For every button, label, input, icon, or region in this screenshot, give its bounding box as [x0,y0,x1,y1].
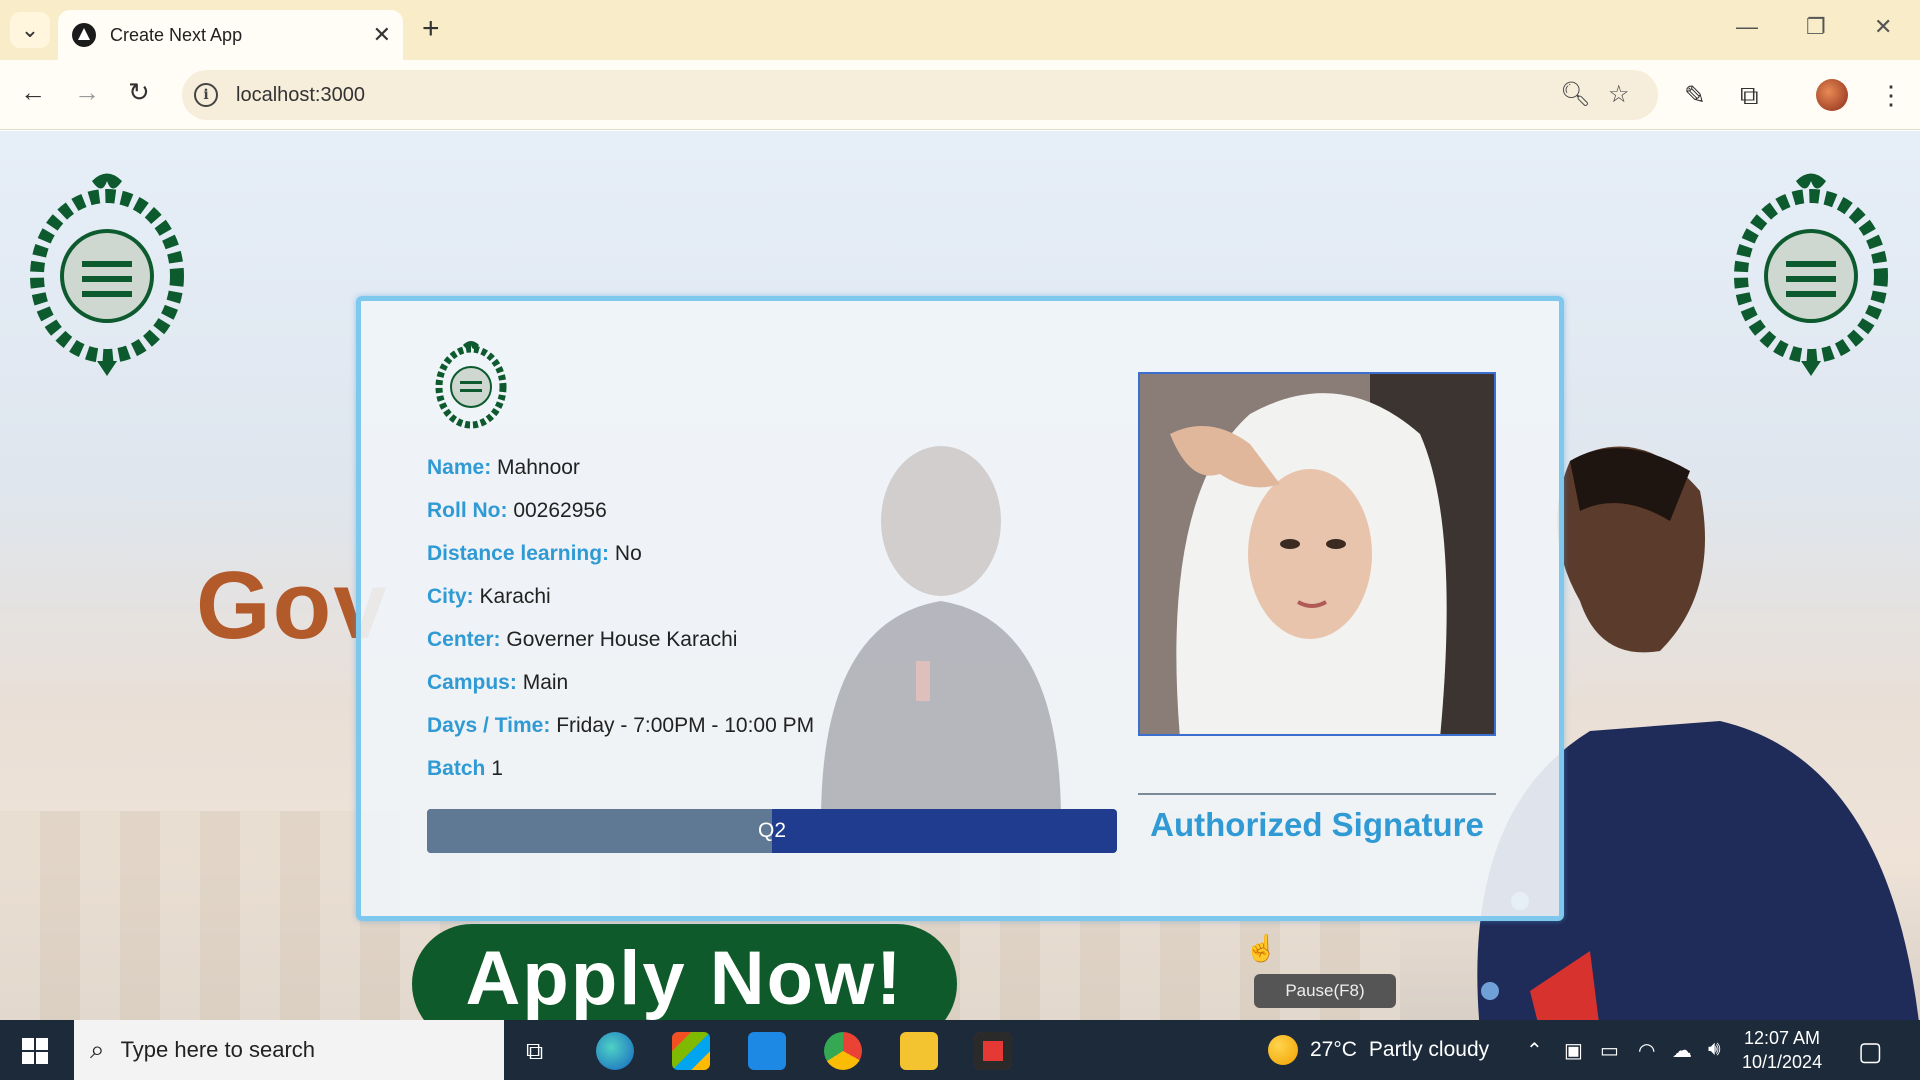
tab-title: Create Next App [110,24,243,45]
field-batch: Batch 1 [427,754,814,797]
field-label: Campus: [427,671,517,694]
chevron-down-icon: ⌄ [20,17,40,42]
windows-taskbar: ⌕ Type here to search ⧉ 27°C Partly clou… [0,1020,1920,1080]
field-value: Main [522,671,569,694]
field-label: City: [427,585,474,608]
mail-icon[interactable] [748,1032,786,1070]
browser-toolbar: ← → ↻ i localhost:3000 🔍︎ ☆ ✎ ⧉ ⋮ [0,60,1920,130]
field-label: Distance learning: [427,542,610,565]
field-value: Karachi [479,585,551,608]
field-label: Center: [427,628,501,651]
student-photo-image [1140,374,1494,734]
field-value: No [614,542,642,565]
menu-kebab-icon[interactable]: ⋮ [1878,80,1904,111]
student-details: Name: Mahnoor Roll No: 00262956 Distance… [427,453,814,797]
field-label: Name: [427,456,492,479]
taskbar-search[interactable]: ⌕ Type here to search [74,1020,504,1080]
chrome-icon[interactable] [824,1032,862,1070]
field-distance-learning: Distance learning: No [427,539,814,582]
onedrive-cloud-icon[interactable]: ☁ [1672,1038,1692,1063]
reload-icon[interactable]: ↻ [128,77,150,108]
sindh-emblem-icon [1734,173,1888,376]
file-explorer-icon[interactable] [900,1032,938,1070]
site-info-icon[interactable]: i [194,83,218,107]
weather-widget[interactable]: 27°C Partly cloudy [1268,1020,1489,1080]
url-text[interactable]: localhost:3000 [236,84,365,107]
field-value: 1 [491,757,503,780]
extensions-icon[interactable]: ⧉ [1740,80,1759,112]
student-photo [1138,372,1496,736]
search-icon: ⌕ [90,1034,105,1064]
windows-start-icon[interactable] [22,1038,48,1064]
forward-icon[interactable]: → [74,77,100,108]
field-center: Center: Governer House Karachi [427,625,814,668]
weather-text: Partly cloudy [1368,1038,1490,1061]
wifi-icon[interactable]: ◠ [1638,1038,1655,1063]
battery-icon[interactable]: ▭ [1600,1038,1619,1063]
minimize-icon[interactable]: — [1736,14,1758,40]
edge-browser-icon[interactable] [596,1032,634,1070]
student-id-card: Name: Mahnoor Roll No: 00262956 Distance… [356,296,1564,921]
microsoft-store-icon[interactable] [672,1032,710,1070]
bookmark-star-icon[interactable]: ☆ [1608,80,1630,109]
quarter-label: Q2 [757,819,786,842]
field-value: Mahnoor [497,456,580,479]
field-value: 00262956 [513,499,607,522]
nextjs-favicon-icon [72,23,96,47]
new-tab-button[interactable]: + [422,14,440,44]
watermark-figure [821,446,1061,821]
taskbar-search-placeholder[interactable]: Type here to search [121,1037,315,1063]
task-view-icon[interactable]: ⧉ [526,1038,543,1066]
partly-cloudy-icon [1268,1035,1298,1065]
field-days-time: Days / Time: Friday - 7:00PM - 10:00 PM [427,711,814,754]
clock-date: 10/1/2024 [1742,1052,1823,1072]
restore-icon[interactable]: ❐ [1806,14,1826,40]
browser-tab-bar: ⌄ Create Next App ✕ + — ❐ ✕ [0,0,1920,60]
field-label: Batch [427,757,486,780]
show-hidden-icons-icon[interactable]: ⌃ [1526,1038,1543,1063]
authorized-signature-label: Authorized Signature [1150,806,1484,843]
field-campus: Campus: Main [427,668,814,711]
screen-recorder-icon[interactable] [974,1032,1012,1070]
color-picker-icon[interactable]: ✎ [1684,80,1706,111]
address-bar[interactable]: i localhost:3000 🔍︎ ☆ [182,70,1658,120]
field-value: Friday - 7:00PM - 10:00 PM [556,714,815,737]
hand-cursor-icon: ☝ [1245,933,1278,963]
field-label: Days / Time: [427,714,551,737]
clock-time: 12:07 AM [1744,1028,1821,1048]
card-logo-emblem-icon [435,341,507,429]
apply-now-button[interactable]: Apply Now! [412,924,957,1020]
tab-close-icon[interactable]: ✕ [373,22,391,48]
close-window-icon[interactable]: ✕ [1874,14,1892,40]
quarter-progress-bar: Q2 [427,809,1117,853]
tab-search-button[interactable]: ⌄ [10,12,50,48]
system-clock[interactable]: 12:07 AM 10/1/2024 [1742,1026,1822,1074]
back-icon[interactable]: ← [20,77,46,108]
profile-avatar[interactable] [1816,79,1848,111]
pause-tooltip: Pause(F8) [1254,974,1396,1008]
browser-tab[interactable]: Create Next App ✕ [58,10,403,60]
volume-icon[interactable]: 🔊︎ [1708,1038,1721,1061]
signature-line [1138,793,1496,795]
field-roll-no: Roll No: 00262956 [427,496,814,539]
meet-now-icon[interactable]: ▣ [1564,1038,1583,1063]
sindh-emblem-icon [30,173,184,376]
notification-center-icon[interactable]: ▢ [1858,1036,1883,1067]
page-background: Gov Apply Now! Name: Mahnoor Roll No: 00… [0,131,1920,1020]
field-label: Roll No: [427,499,508,522]
field-city: City: Karachi [427,582,814,625]
field-value: Governer House Karachi [506,628,738,651]
zoom-icon[interactable]: 🔍︎ [1560,80,1590,109]
temperature: 27°C [1310,1038,1357,1061]
field-name: Name: Mahnoor [427,453,814,496]
